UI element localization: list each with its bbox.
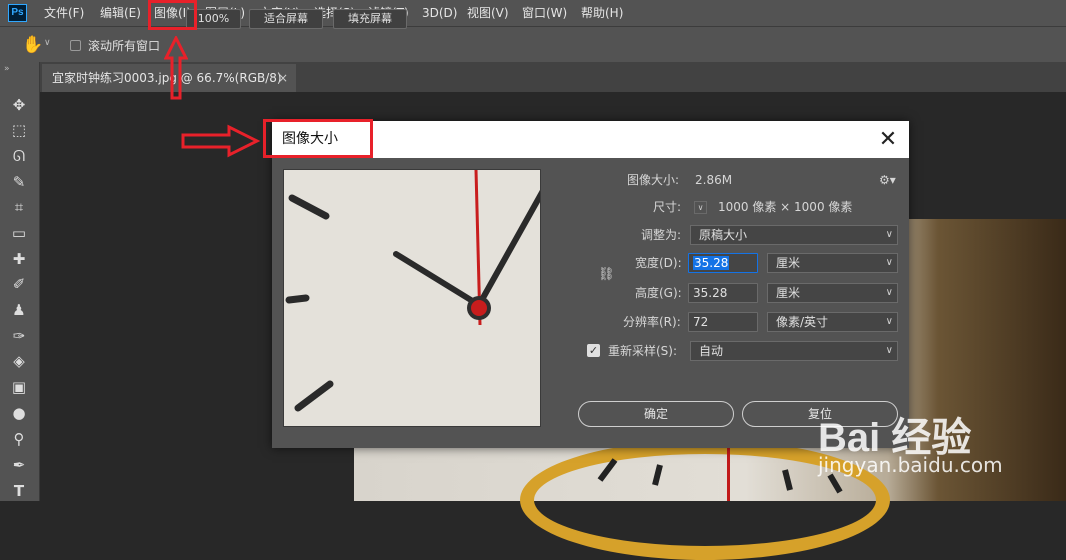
gear-icon[interactable]: ⚙▾ [879, 169, 896, 191]
menu-view[interactable]: 视图(V) [467, 0, 509, 26]
fit-to-label: 调整为: [641, 228, 682, 242]
photoshop-logo: Ps [8, 4, 27, 22]
baidu-watermark-url: jingyan.baidu.com [818, 453, 1003, 477]
close-icon[interactable]: ✕ [876, 126, 900, 154]
height-label: 高度(G): [635, 286, 682, 300]
resample-checkbox[interactable]: ✓ [587, 344, 600, 357]
gradient-tool-icon[interactable]: ▣ [8, 377, 30, 397]
image-size-value: 2.86M [695, 173, 733, 187]
move-tool-icon[interactable]: ✥ [8, 95, 30, 115]
fit-to-value: 原稿大小 [699, 228, 748, 242]
highlight-image-menu [148, 0, 197, 30]
width-unit: 厘米 [776, 256, 801, 270]
red-arrow-right-icon [181, 124, 261, 158]
blur-tool-icon[interactable]: ● [8, 403, 30, 423]
stamp-tool-icon[interactable]: ♟ [8, 300, 30, 320]
menu-edit[interactable]: 编辑(E) [100, 0, 141, 26]
crop-tool-icon[interactable]: ⌗ [8, 197, 30, 217]
lasso-tool-icon[interactable]: ᘏ [8, 146, 30, 166]
dimensions-dropdown-icon[interactable]: ∨ [694, 201, 707, 214]
clock-preview-image [284, 170, 540, 426]
marquee-tool-icon[interactable]: ⬚ [8, 120, 30, 140]
highlight-dialog-title [263, 119, 373, 158]
eraser-tool-icon[interactable]: ◈ [8, 351, 30, 371]
resample-label: 重新采样(S): [608, 344, 678, 358]
width-value: 35.28 [693, 256, 730, 270]
width-unit-select[interactable]: 厘米 ∨ [767, 253, 898, 273]
clock-ticks-image [597, 458, 843, 494]
chevron-down-icon: ∨ [885, 257, 893, 268]
height-input[interactable]: 35.28 [688, 283, 758, 303]
pen-tool-icon[interactable]: ✒ [8, 455, 30, 475]
hand-tool-icon[interactable]: ✋ [22, 35, 43, 55]
fit-to-select[interactable]: 原稿大小 ∨ [690, 225, 898, 245]
brush-tool-icon[interactable]: ✐ [8, 274, 30, 294]
history-brush-icon[interactable]: ✑ [8, 326, 30, 346]
image-preview[interactable] [283, 169, 541, 427]
fill-screen-button[interactable]: 填充屏幕 [333, 9, 407, 29]
menu-file[interactable]: 文件(F) [44, 0, 84, 26]
ruler-tool-icon[interactable]: ▭ [8, 223, 30, 243]
healing-brush-icon[interactable]: ✚ [8, 249, 30, 269]
menu-3d[interactable]: 3D(D) [422, 0, 457, 26]
height-unit: 厘米 [776, 286, 801, 300]
chevron-down-icon: ∨ [885, 345, 893, 356]
width-label: 宽度(D): [635, 256, 682, 270]
resolution-unit: 像素/英寸 [776, 315, 829, 329]
resample-select[interactable]: 自动 ∨ [690, 341, 898, 361]
resolution-input[interactable]: 72 [688, 312, 758, 332]
chevron-down-icon: ∨ [885, 229, 893, 240]
menu-window[interactable]: 窗口(W) [522, 0, 567, 26]
dodge-tool-icon[interactable]: ⚲ [8, 429, 30, 449]
dimensions-value: 1000 像素 × 1000 像素 [718, 200, 853, 214]
quick-select-tool-icon[interactable]: ✎ [8, 172, 30, 192]
resolution-label: 分辨率(R): [623, 315, 681, 329]
link-constrain-icon[interactable]: ⛓ [598, 267, 615, 282]
scroll-all-windows-label: 滚动所有窗口 [88, 39, 161, 53]
scroll-all-windows-checkbox[interactable] [70, 40, 81, 51]
ok-button[interactable]: 确定 [578, 401, 734, 427]
chevron-down-icon: ∨ [885, 316, 893, 327]
baidu-watermark-logo: Bai 经验 [818, 416, 972, 460]
image-size-label: 图像大小: [627, 173, 680, 187]
menu-help[interactable]: 帮助(H) [581, 0, 623, 26]
fit-screen-button[interactable]: 适合屏幕 [249, 9, 323, 29]
chevron-down-icon: ∨ [885, 287, 893, 298]
resample-value: 自动 [699, 344, 724, 358]
resolution-unit-select[interactable]: 像素/英寸 ∨ [767, 312, 898, 332]
width-input[interactable]: 35.28 [688, 253, 758, 273]
dimensions-label: 尺寸: [653, 200, 682, 214]
type-tool-icon[interactable]: T [8, 481, 30, 501]
collapse-icon[interactable]: » [4, 64, 10, 74]
red-arrow-up-icon [164, 36, 188, 100]
height-unit-select[interactable]: 厘米 ∨ [767, 283, 898, 303]
close-tab-icon[interactable]: × [278, 64, 288, 92]
chevron-down-icon[interactable]: ∨ [44, 38, 51, 48]
